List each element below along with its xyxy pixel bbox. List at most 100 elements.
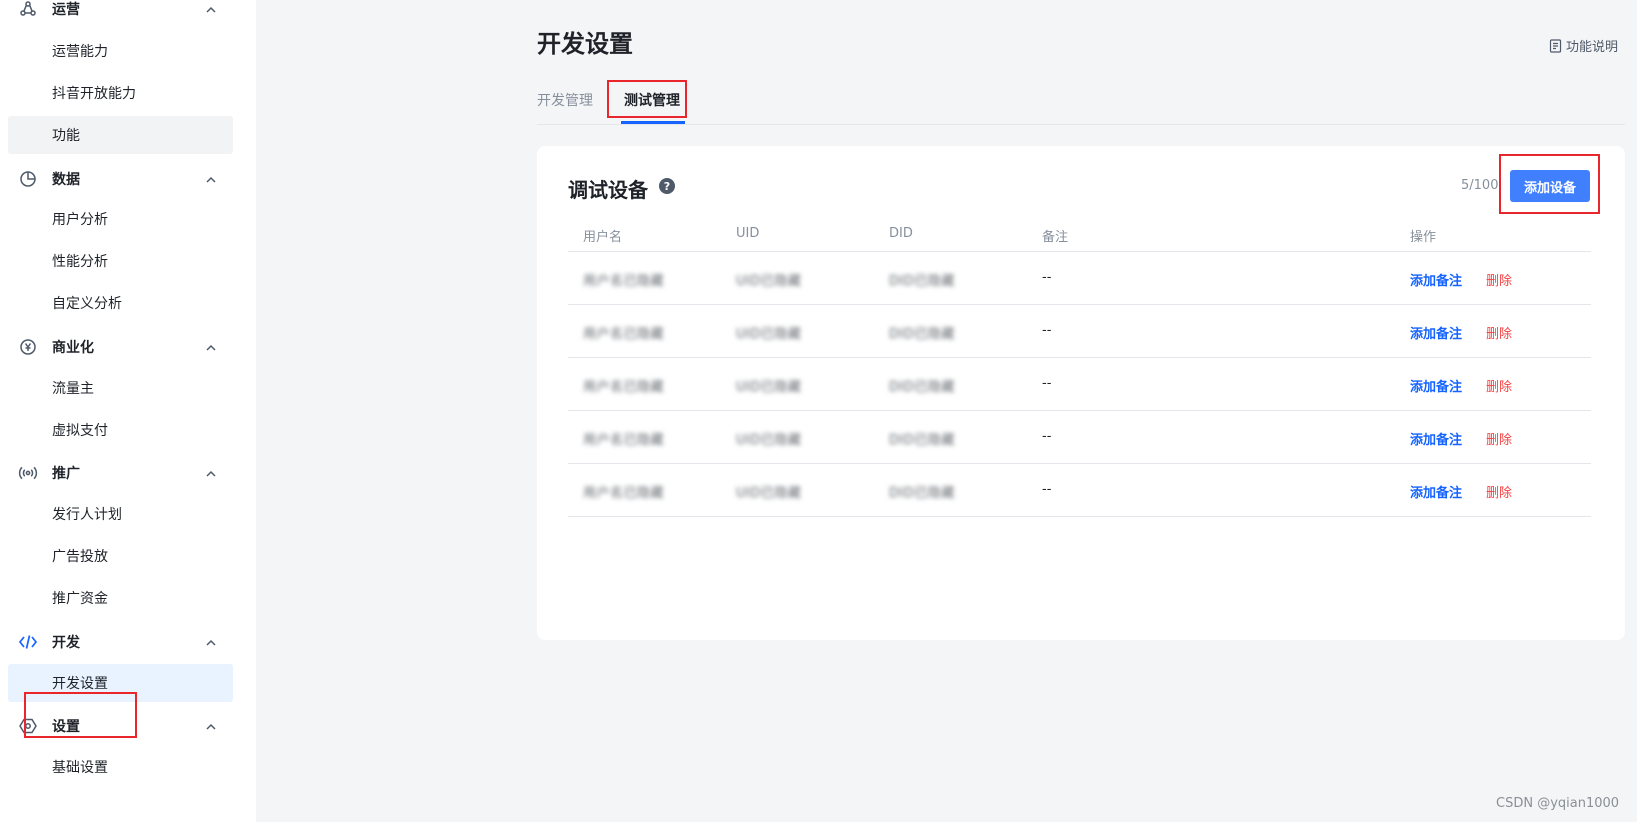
sidebar: 运营 运营能力 抖音开放能力 功能 数据 用户分析 性能分析 自定义分析 商业化… xyxy=(0,0,256,822)
device-count: 5/100 xyxy=(1461,178,1499,193)
nav-group-monetization[interactable]: 商业化 xyxy=(0,327,256,367)
uid-cell: UID已隐藏 xyxy=(736,486,802,501)
sidebar-item-label: 基础设置 xyxy=(52,760,108,776)
username-cell: 用户名已隐藏 xyxy=(583,486,665,501)
add-note-link[interactable]: 添加备注 xyxy=(1410,270,1462,289)
delete-link[interactable]: 删除 xyxy=(1486,376,1512,395)
add-note-link[interactable]: 添加备注 xyxy=(1410,482,1462,501)
add-note-link[interactable]: 添加备注 xyxy=(1410,429,1462,448)
chevron-up-icon xyxy=(206,639,216,646)
chevron-up-icon xyxy=(206,176,216,183)
uid-cell: UID已隐藏 xyxy=(736,327,802,342)
sidebar-item-features[interactable]: 功能 xyxy=(8,116,233,154)
settings-icon xyxy=(18,716,38,736)
sidebar-item-label: 性能分析 xyxy=(52,254,108,270)
delete-link[interactable]: 删除 xyxy=(1486,323,1512,342)
table-row: 用户名已隐藏 UID已隐藏 DID已隐藏 -- 添加备注 删除 xyxy=(568,358,1591,411)
username-cell: 用户名已隐藏 xyxy=(583,274,665,289)
sidebar-item-label: 发行人计划 xyxy=(52,507,122,523)
nav-group-label: 运营 xyxy=(52,2,80,18)
sidebar-item-operations-capability[interactable]: 运营能力 xyxy=(8,32,233,70)
add-device-button[interactable]: 添加设备 xyxy=(1510,170,1590,202)
code-icon xyxy=(18,632,38,652)
username-cell: 用户名已隐藏 xyxy=(583,380,665,395)
table-row: 用户名已隐藏 UID已隐藏 DID已隐藏 -- 添加备注 删除 xyxy=(568,305,1591,358)
sidebar-item-label: 运营能力 xyxy=(52,44,108,60)
sidebar-item-publisher-plan[interactable]: 发行人计划 xyxy=(8,495,233,533)
broadcast-icon xyxy=(18,463,38,483)
chevron-up-icon xyxy=(206,723,216,730)
sidebar-item-promotion-funds[interactable]: 推广资金 xyxy=(8,579,233,617)
sidebar-item-performance-analysis[interactable]: 性能分析 xyxy=(8,242,233,280)
note-cell: -- xyxy=(1042,323,1052,338)
username-cell: 用户名已隐藏 xyxy=(583,327,665,342)
tab-bar: 开发管理 测试管理 xyxy=(537,80,1625,125)
delete-link[interactable]: 删除 xyxy=(1486,429,1512,448)
nav-group-label: 设置 xyxy=(52,719,80,735)
did-cell: DID已隐藏 xyxy=(889,486,955,501)
sidebar-item-label: 推广资金 xyxy=(52,591,108,607)
sidebar-item-label: 广告投放 xyxy=(52,549,108,565)
add-note-link[interactable]: 添加备注 xyxy=(1410,323,1462,342)
sidebar-item-basic-settings[interactable]: 基础设置 xyxy=(8,748,233,786)
note-cell: -- xyxy=(1042,482,1052,497)
operations-icon xyxy=(18,0,38,19)
table-header: 用户名 UID DID 备注 操作 xyxy=(568,218,1591,252)
help-link[interactable]: 功能说明 xyxy=(1549,36,1618,55)
active-tab-indicator xyxy=(621,121,685,124)
nav-group-operations[interactable]: 运营 xyxy=(0,0,256,29)
uid-cell: UID已隐藏 xyxy=(736,274,802,289)
pie-chart-icon xyxy=(18,169,38,189)
column-header-did: DID xyxy=(889,226,913,241)
sidebar-item-custom-analysis[interactable]: 自定义分析 xyxy=(8,284,233,322)
chevron-up-icon xyxy=(206,6,216,13)
document-icon xyxy=(1549,38,1562,53)
nav-group-label: 推广 xyxy=(52,466,80,482)
nav-group-development[interactable]: 开发 xyxy=(0,622,256,662)
sidebar-item-label: 虚拟支付 xyxy=(52,423,108,439)
note-cell: -- xyxy=(1042,429,1052,444)
sidebar-item-douyin-open-capability[interactable]: 抖音开放能力 xyxy=(8,74,233,112)
did-cell: DID已隐藏 xyxy=(889,433,955,448)
sidebar-item-traffic-owner[interactable]: 流量主 xyxy=(8,369,233,407)
debug-devices-card: 调试设备 ? 5/100 添加设备 用户名 UID DID 备注 操作 用户名已… xyxy=(537,146,1625,640)
chevron-up-icon xyxy=(206,470,216,477)
column-header-actions: 操作 xyxy=(1410,230,1437,245)
chevron-up-icon xyxy=(206,344,216,351)
sidebar-item-virtual-payment[interactable]: 虚拟支付 xyxy=(8,411,233,449)
nav-group-label: 商业化 xyxy=(52,340,94,356)
sidebar-item-label: 抖音开放能力 xyxy=(52,86,136,102)
tab-dev-management[interactable]: 开发管理 xyxy=(537,90,593,110)
question-icon[interactable]: ? xyxy=(659,178,675,194)
sidebar-item-user-analysis[interactable]: 用户分析 xyxy=(8,200,233,238)
did-cell: DID已隐藏 xyxy=(889,327,955,342)
column-header-username: 用户名 xyxy=(583,230,623,245)
nav-group-promotion[interactable]: 推广 xyxy=(0,453,256,493)
devices-table: 用户名 UID DID 备注 操作 用户名已隐藏 UID已隐藏 DID已隐藏 -… xyxy=(568,218,1591,517)
sidebar-item-label: 自定义分析 xyxy=(52,296,122,312)
add-note-link[interactable]: 添加备注 xyxy=(1410,376,1462,395)
uid-cell: UID已隐藏 xyxy=(736,380,802,395)
sidebar-item-label: 开发设置 xyxy=(52,676,108,692)
sidebar-item-label: 用户分析 xyxy=(52,212,108,228)
card-title: 调试设备 xyxy=(568,178,648,202)
help-link-label: 功能说明 xyxy=(1566,40,1619,55)
delete-link[interactable]: 删除 xyxy=(1486,270,1512,289)
tab-test-management[interactable]: 测试管理 xyxy=(624,90,680,110)
note-cell: -- xyxy=(1042,270,1052,285)
column-header-uid: UID xyxy=(736,226,760,241)
nav-group-settings[interactable]: 设置 xyxy=(0,706,256,746)
uid-cell: UID已隐藏 xyxy=(736,433,802,448)
sidebar-item-ad-placement[interactable]: 广告投放 xyxy=(8,537,233,575)
note-cell: -- xyxy=(1042,376,1052,391)
username-cell: 用户名已隐藏 xyxy=(583,433,665,448)
did-cell: DID已隐藏 xyxy=(889,274,955,289)
nav-group-data[interactable]: 数据 xyxy=(0,159,256,199)
app-root: 运营 运营能力 抖音开放能力 功能 数据 用户分析 性能分析 自定义分析 商业化… xyxy=(0,0,1637,822)
sidebar-item-label: 流量主 xyxy=(52,381,94,397)
nav-group-label: 开发 xyxy=(52,635,80,651)
table-row: 用户名已隐藏 UID已隐藏 DID已隐藏 -- 添加备注 删除 xyxy=(568,252,1591,305)
delete-link[interactable]: 删除 xyxy=(1486,482,1512,501)
sidebar-item-dev-settings[interactable]: 开发设置 xyxy=(8,664,233,702)
yen-icon xyxy=(18,337,38,357)
